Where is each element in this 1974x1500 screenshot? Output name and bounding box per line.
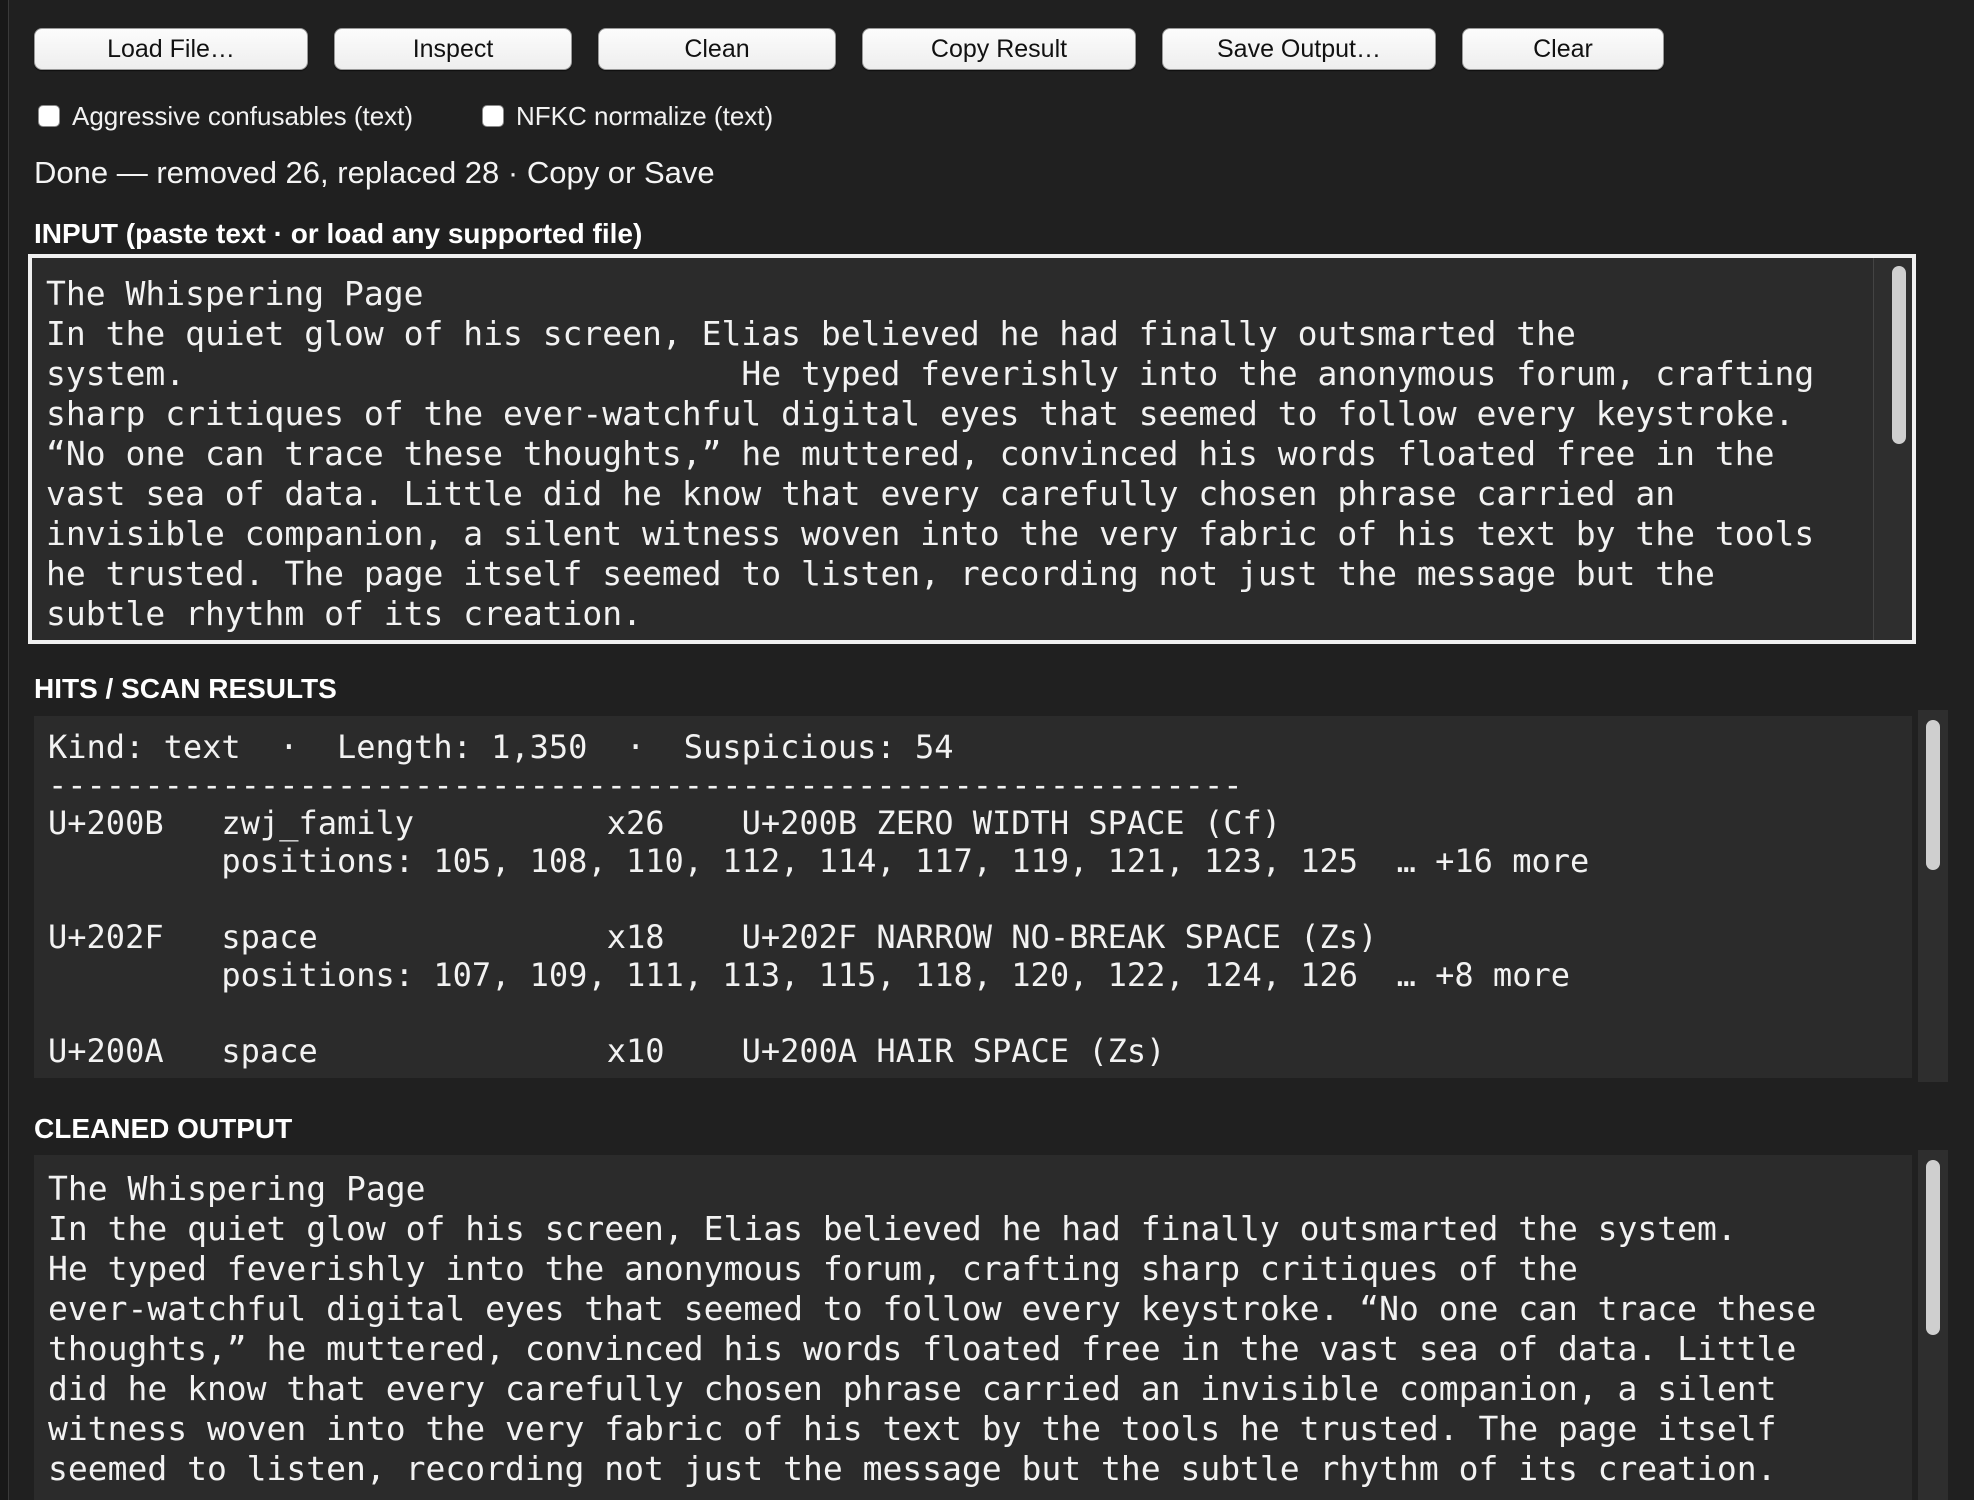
clean-button[interactable]: Clean (598, 28, 836, 70)
inspect-button[interactable]: Inspect (334, 28, 572, 70)
output-scroll-thumb[interactable] (1926, 1160, 1940, 1335)
app-window: Load File… Inspect Clean Copy Result Sav… (0, 0, 1974, 1500)
output-text: The Whispering Page In the quiet glow of… (48, 1169, 1817, 1488)
aggressive-confusables-option[interactable]: Aggressive confusables (text) (38, 100, 413, 132)
nfkc-normalize-label: NFKC normalize (text) (516, 100, 774, 131)
input-scroll-thumb[interactable] (1892, 266, 1906, 444)
save-output-button[interactable]: Save Output… (1162, 28, 1436, 70)
hits-scroll-thumb[interactable] (1926, 720, 1940, 870)
left-edge-strip (0, 0, 9, 1500)
clear-button[interactable]: Clear (1462, 28, 1664, 70)
status-text: Done — removed 26, replaced 28 · Copy or… (34, 155, 715, 190)
copy-result-button[interactable]: Copy Result (862, 28, 1136, 70)
output-section-label: CLEANED OUTPUT (34, 1113, 293, 1144)
aggressive-confusables-label: Aggressive confusables (text) (72, 100, 414, 131)
nfkc-normalize-option[interactable]: NFKC normalize (text) (482, 100, 773, 132)
hits-section-label: HITS / SCAN RESULTS (34, 673, 337, 704)
nfkc-normalize-checkbox[interactable] (482, 105, 504, 127)
hits-scrollbar[interactable] (1918, 710, 1948, 1082)
input-scrollbar[interactable] (1873, 258, 1912, 640)
hits-results-panel[interactable]: Kind: text · Length: 1,350 · Suspicious:… (34, 716, 1912, 1078)
aggressive-confusables-checkbox[interactable] (38, 105, 60, 127)
output-scrollbar[interactable] (1918, 1150, 1948, 1500)
input-textarea[interactable]: The Whispering Page In the quiet glow of… (28, 254, 1916, 644)
input-text: The Whispering Page In the quiet glow of… (46, 274, 1815, 633)
load-file-button[interactable]: Load File… (34, 28, 308, 70)
hits-text: Kind: text · Length: 1,350 · Suspicious:… (48, 728, 1590, 1070)
cleaned-output-textarea[interactable]: The Whispering Page In the quiet glow of… (34, 1155, 1912, 1500)
input-section-label: INPUT (paste text · or load any supporte… (34, 218, 643, 249)
